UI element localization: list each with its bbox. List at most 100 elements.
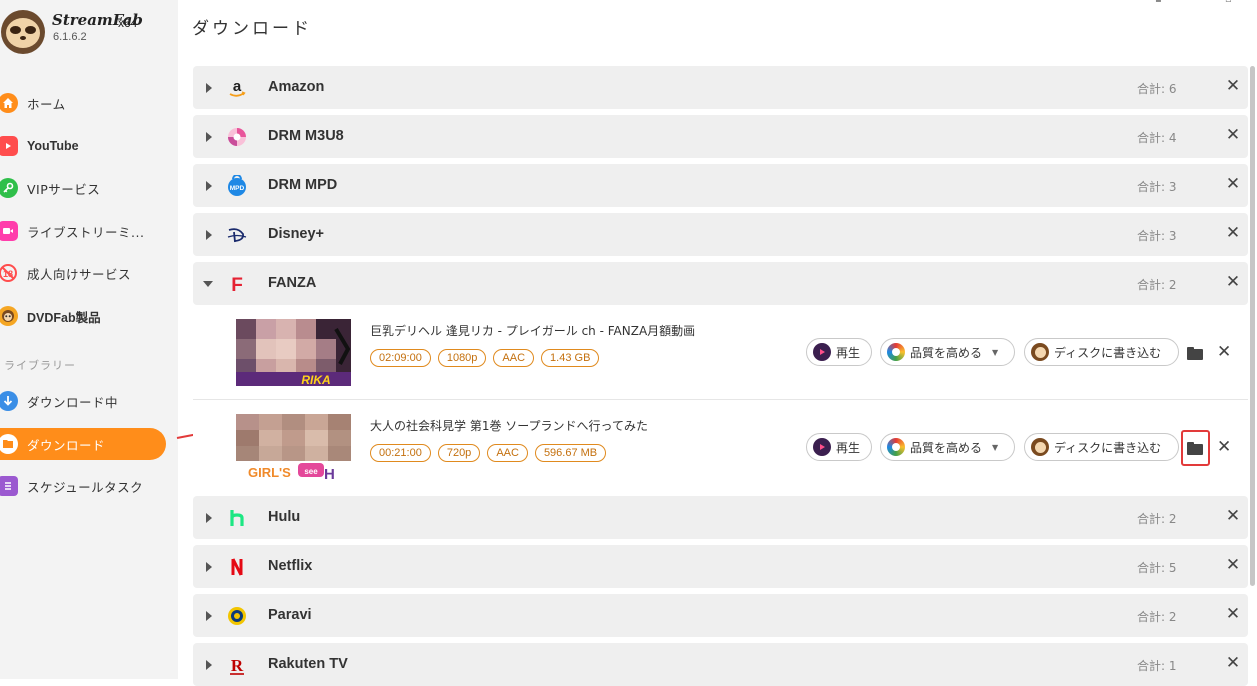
open-folder-icon[interactable] xyxy=(1187,347,1203,360)
audio-badge: AAC xyxy=(493,349,535,367)
group-name: FANZA xyxy=(268,275,317,291)
expand-caret-icon[interactable] xyxy=(206,512,212,523)
size-badge: 1.43 GB xyxy=(541,349,600,367)
video-thumbnail: GIRL'S see H xyxy=(236,414,351,481)
sloth-logo-icon xyxy=(1,10,45,54)
thumbnail-text: H xyxy=(324,466,335,481)
group-count: 合計: 3 xyxy=(1137,180,1177,194)
expand-caret-icon[interactable] xyxy=(206,131,212,142)
group-count: 合計: 1 xyxy=(1137,659,1177,673)
burn-to-disc-button[interactable]: ディスクに書き込む xyxy=(1024,433,1179,461)
play-icon xyxy=(813,343,831,361)
enhance-quality-button[interactable]: 品質を高める ▼ xyxy=(880,338,1015,366)
sidebar-item-downloaded[interactable]: ダウンロード xyxy=(0,428,166,460)
play-icon xyxy=(813,438,831,456)
burn-button-label: ディスクに書き込む xyxy=(1054,345,1162,360)
close-icon[interactable]: ✕ xyxy=(1223,76,1243,96)
dvdfab-icon xyxy=(1031,438,1049,456)
enhance-icon xyxy=(887,343,905,361)
close-icon[interactable]: ✕ xyxy=(1217,437,1231,457)
vertical-scrollbar[interactable] xyxy=(1250,66,1255,586)
sidebar-item-downloading[interactable]: ダウンロード中 xyxy=(0,386,166,416)
close-icon[interactable]: ✕ xyxy=(1223,223,1243,243)
close-icon[interactable]: ✕ xyxy=(1223,174,1243,194)
adult-restricted-icon: 18 xyxy=(0,263,18,283)
burn-button-label: ディスクに書き込む xyxy=(1054,440,1162,455)
group-count: 合計: 2 xyxy=(1137,278,1177,292)
main-panel: ダウンロード ▪ ▫ a Amazon 合計: 6 ✕ DRM M3U8 合計:… xyxy=(178,0,1257,686)
expand-caret-icon[interactable] xyxy=(206,561,212,572)
expand-caret-icon[interactable] xyxy=(206,610,212,621)
play-button[interactable]: 再生 xyxy=(806,338,872,366)
group-disney-plus[interactable]: Disney+ 合計: 3 ✕ xyxy=(193,213,1248,256)
sidebar-item-youtube[interactable]: YouTube xyxy=(0,131,166,161)
sidebar-item-vip[interactable]: VIPサービス xyxy=(0,173,166,203)
sidebar-item-label: 成人向けサービス xyxy=(27,266,132,282)
expand-caret-icon[interactable] xyxy=(206,180,212,191)
key-icon xyxy=(0,178,18,198)
expand-caret-icon[interactable] xyxy=(206,659,212,670)
group-count: 合計: 5 xyxy=(1137,561,1177,575)
enhance-icon xyxy=(887,438,905,456)
resolution-badge: 720p xyxy=(437,444,481,462)
group-count: 合計: 4 xyxy=(1137,131,1177,145)
folder-icon xyxy=(0,434,18,454)
group-name: Hulu xyxy=(268,509,301,525)
close-icon[interactable]: ✕ xyxy=(1223,555,1243,575)
expand-caret-icon[interactable] xyxy=(206,82,212,93)
thumbnail-text: RIKA xyxy=(301,373,330,386)
group-name: Netflix xyxy=(268,558,313,574)
sidebar-item-schedule[interactable]: スケジュールタスク xyxy=(0,471,166,501)
enhance-button-label: 品質を高める xyxy=(910,345,983,360)
app-logo: StreamFab x64 6.1.6.2 xyxy=(0,6,178,56)
close-icon[interactable]: ✕ xyxy=(1223,272,1243,292)
enhance-quality-button[interactable]: 品質を高める ▼ xyxy=(880,433,1015,461)
sidebar-item-dvdfab[interactable]: DVDFab製品 xyxy=(0,301,166,331)
enhance-button-label: 品質を高める xyxy=(910,440,983,455)
sidebar: StreamFab x64 6.1.6.2 ホーム YouTube VIPサービ… xyxy=(0,0,178,679)
group-fanza[interactable]: F FANZA 合計: 2 ✕ xyxy=(193,262,1248,305)
close-icon[interactable]: ✕ xyxy=(1223,506,1243,526)
play-button[interactable]: 再生 xyxy=(806,433,872,461)
group-name: Amazon xyxy=(268,79,325,95)
collapse-caret-icon[interactable] xyxy=(203,280,213,287)
video-thumbnail: RIKA xyxy=(236,319,351,386)
group-count: 合計: 2 xyxy=(1137,610,1177,624)
sidebar-item-adult[interactable]: 18 成人向けサービス xyxy=(0,258,166,288)
sidebar-item-label: ダウンロード xyxy=(27,437,106,453)
group-paravi[interactable]: Paravi 合計: 2 ✕ xyxy=(193,594,1248,637)
expand-caret-icon[interactable] xyxy=(206,229,212,240)
library-section-label: ライブラリー xyxy=(4,359,76,372)
thumbnail-text: see xyxy=(304,467,318,476)
duration-badge: 00:21:00 xyxy=(370,444,431,462)
group-amazon[interactable]: a Amazon 合計: 6 ✕ xyxy=(193,66,1248,109)
svg-text:F: F xyxy=(231,275,243,295)
open-folder-icon[interactable] xyxy=(1187,442,1203,455)
sidebar-item-home[interactable]: ホーム xyxy=(0,88,166,118)
close-icon[interactable]: ✕ xyxy=(1217,342,1231,362)
netflix-icon xyxy=(226,556,248,578)
group-drm-m3u8[interactable]: DRM M3U8 合計: 4 ✕ xyxy=(193,115,1248,158)
hulu-icon xyxy=(226,507,248,529)
amazon-icon: a xyxy=(226,77,248,99)
close-icon[interactable]: ✕ xyxy=(1223,653,1243,673)
sidebar-item-label: YouTube xyxy=(27,139,79,153)
sidebar-item-label: スケジュールタスク xyxy=(27,479,144,495)
dropdown-arrow-icon: ▼ xyxy=(992,347,999,357)
home-icon xyxy=(0,93,18,113)
paravi-icon xyxy=(226,605,248,627)
drm-mpd-icon: MPD xyxy=(226,175,248,197)
group-count: 合計: 3 xyxy=(1137,229,1177,243)
sidebar-item-live-streaming[interactable]: ライブストリーミ... xyxy=(0,216,166,246)
close-icon[interactable]: ✕ xyxy=(1223,125,1243,145)
maximize-icon[interactable]: ▫ xyxy=(1225,0,1232,5)
live-camera-icon xyxy=(0,221,18,241)
close-icon[interactable]: ✕ xyxy=(1223,604,1243,624)
dvdfab-icon xyxy=(1031,343,1049,361)
minimize-icon[interactable]: ▪ xyxy=(1155,0,1162,5)
group-drm-mpd[interactable]: MPD DRM MPD 合計: 3 ✕ xyxy=(193,164,1248,207)
group-netflix[interactable]: Netflix 合計: 5 ✕ xyxy=(193,545,1248,588)
group-hulu[interactable]: Hulu 合計: 2 ✕ xyxy=(193,496,1248,539)
group-rakuten-tv[interactable]: R Rakuten TV 合計: 1 ✕ xyxy=(193,643,1248,686)
burn-to-disc-button[interactable]: ディスクに書き込む xyxy=(1024,338,1179,366)
